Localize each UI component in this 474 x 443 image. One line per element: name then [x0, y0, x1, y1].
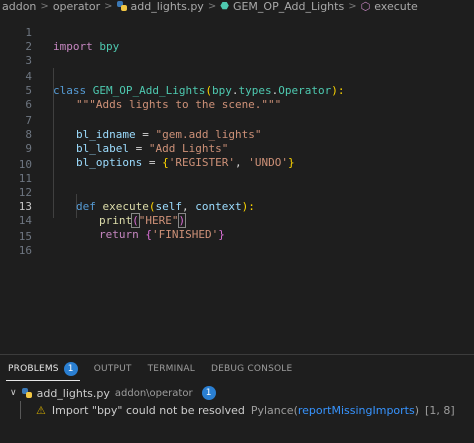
tab-problems[interactable]: PROBLEMS 1	[0, 355, 86, 383]
tab-terminal[interactable]: TERMINAL	[140, 355, 203, 383]
code-line: 9 bl_options = {'REGISTER', 'UNDO'}	[0, 128, 474, 169]
code-line: 8 bl_label = "Add Lights"	[0, 114, 474, 155]
tab-label: PROBLEMS	[8, 364, 59, 374]
method-cube-icon: ⬡	[360, 0, 371, 13]
code-line: 14 return {'FINISHED'}	[0, 200, 474, 241]
problem-location: [1, 8]	[425, 403, 455, 417]
code-line-active: 13 print("HERE")	[0, 186, 474, 228]
tab-debug-console[interactable]: DEBUG CONSOLE	[203, 355, 300, 383]
breadcrumb-separator: >	[40, 0, 49, 12]
code-line: 12 def execute(self, context):	[0, 172, 474, 213]
breadcrumb-addon[interactable]: addon	[2, 0, 36, 13]
file-problem-count-badge: 1	[201, 386, 216, 400]
breadcrumb-separator: >	[104, 0, 113, 12]
bottom-panel: PROBLEMS 1 OUTPUT TERMINAL DEBUG CONSOLE…	[0, 354, 474, 443]
breadcrumb-separator: >	[348, 0, 357, 12]
code-line: 4 class GEM_OP_Add_Lights(bpy.types.Oper…	[0, 56, 474, 97]
code-line: 2	[0, 26, 474, 53]
code-editor[interactable]: 1 import bpy 2 3 4 class GEM_OP_Add_Ligh…	[0, 12, 474, 257]
breadcrumb: addon > operator > add_lights.py > ⬣ GEM…	[0, 0, 474, 13]
breadcrumb-class[interactable]: GEM_OP_Add_Lights	[233, 0, 344, 13]
breadcrumb-separator: >	[207, 0, 217, 12]
problem-file-name: add_lights.py	[36, 386, 110, 400]
problem-file-row[interactable]: ∨ add_lights.py addon\operator 1	[0, 384, 474, 402]
chevron-down-icon[interactable]: ∨	[10, 388, 17, 398]
code-line: 7 bl_idname = "gem.add_lights"	[0, 100, 474, 141]
problem-message: Import "bpy" could not be resolved	[51, 403, 245, 417]
code-line: 1 import bpy	[0, 12, 474, 53]
tab-label: OUTPUT	[93, 364, 132, 374]
tab-label: TERMINAL	[147, 364, 195, 374]
problem-file-path: addon\operator	[114, 387, 193, 399]
breadcrumb-operator[interactable]: operator	[53, 0, 100, 13]
problem-rule-link[interactable]: reportMissingImports	[298, 404, 415, 417]
code-line: 11	[0, 158, 474, 185]
breadcrumb-file[interactable]: add_lights.py	[131, 0, 204, 13]
code-line: 16	[0, 230, 474, 257]
class-symbol-icon: ⬣	[220, 0, 229, 12]
code-line: 5 """Adds lights to the scene."""	[0, 70, 474, 111]
breadcrumb-method[interactable]: execute	[374, 0, 418, 13]
problem-source-close: )	[414, 403, 420, 417]
problem-item[interactable]: ⚠ Import "bpy" could not be resolved Pyl…	[0, 401, 474, 419]
code-line: 15	[0, 216, 474, 243]
tab-label: DEBUG CONSOLE	[210, 364, 293, 374]
python-file-icon	[116, 1, 127, 11]
problems-count-badge: 1	[63, 362, 78, 376]
line-number: 16	[18, 244, 32, 257]
tab-output[interactable]: OUTPUT	[86, 355, 140, 383]
code-line: 10	[0, 144, 474, 171]
code-line: 3	[0, 40, 474, 67]
problem-source: Pylance(	[250, 403, 298, 417]
warning-icon: ⚠	[36, 403, 46, 417]
code-line: 6	[0, 84, 474, 111]
python-file-icon	[21, 388, 32, 398]
panel-tabs: PROBLEMS 1 OUTPUT TERMINAL DEBUG CONSOLE	[0, 355, 474, 383]
